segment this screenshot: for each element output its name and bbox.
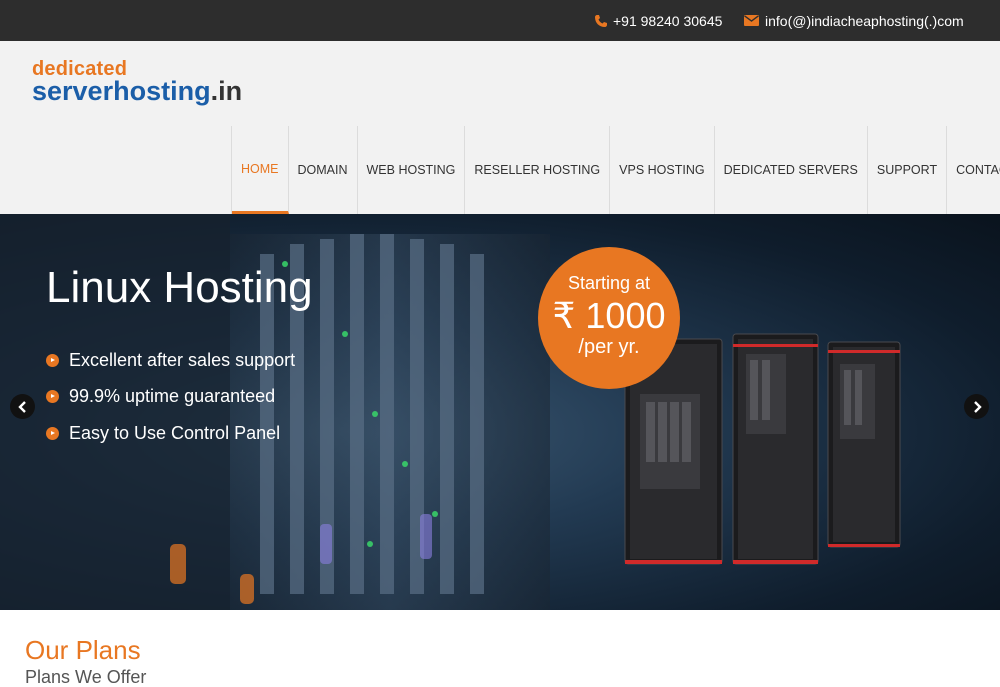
main-nav: HOME DOMAIN WEB HOSTING RESELLER HOSTING… xyxy=(231,126,1000,214)
nav-domain[interactable]: DOMAIN xyxy=(289,126,358,214)
site-header: dedicated serverhosting.in HOME DOMAIN W… xyxy=(0,41,1000,214)
phone-contact[interactable]: +91 98240 30645 xyxy=(594,0,722,41)
logo-line2: serverhosting.in xyxy=(32,78,242,105)
price-badge-line1: Starting at xyxy=(567,273,651,293)
server-tower-middle xyxy=(732,333,819,565)
price-badge-period: /per yr. xyxy=(578,336,640,358)
phone-icon xyxy=(594,14,607,28)
email-address: info(@)indiacheaphosting(.)com xyxy=(765,12,964,29)
slider-next-button[interactable] xyxy=(964,394,989,419)
feature-text: 99.9% uptime guaranteed xyxy=(69,386,276,407)
plans-subtitle: Plans We Offer xyxy=(25,667,147,687)
nav-reseller-hosting[interactable]: RESELLER HOSTING xyxy=(465,126,611,214)
feature-list: Excellent after sales support 99.9% upti… xyxy=(46,342,295,452)
plans-title: Our Plans xyxy=(25,635,141,665)
phone-number: +91 98240 30645 xyxy=(613,12,723,29)
feature-item: Excellent after sales support xyxy=(46,342,295,379)
bullet-icon xyxy=(46,390,59,404)
nav-contact-us[interactable]: CONTACT US xyxy=(947,126,1000,214)
chevron-left-icon xyxy=(17,400,26,413)
feature-item: 99.9% uptime guaranteed xyxy=(46,379,295,416)
top-contact-bar: +91 98240 30645 info(@)indiacheaphosting… xyxy=(0,0,1000,41)
nav-vps-hosting[interactable]: VPS HOSTING xyxy=(610,126,715,214)
nav-support[interactable]: SUPPORT xyxy=(868,126,948,214)
plans-section: Our Plans Plans We Offer xyxy=(0,610,1000,687)
feature-text: Excellent after sales support xyxy=(69,349,296,370)
bullet-icon xyxy=(46,426,59,440)
email-contact[interactable]: info(@)indiacheaphosting(.)com xyxy=(744,0,964,41)
slide-title: Linux Hosting xyxy=(46,263,313,312)
logo-tld: .in xyxy=(210,76,243,106)
nav-home[interactable]: HOME xyxy=(232,126,289,214)
server-tower-right xyxy=(827,341,901,548)
nav-web-hosting[interactable]: WEB HOSTING xyxy=(358,126,466,214)
site-logo[interactable]: dedicated serverhosting.in xyxy=(32,59,242,105)
hero-slider: Linux Hosting Excellent after sales supp… xyxy=(0,214,1000,610)
feature-item: Easy to Use Control Panel xyxy=(46,415,295,452)
price-badge: Starting at ₹ 1000 /per yr. xyxy=(538,247,680,389)
nav-dedicated-servers[interactable]: DEDICATED SERVERS xyxy=(715,126,868,214)
chevron-right-icon xyxy=(973,400,982,413)
slider-prev-button[interactable] xyxy=(10,394,35,419)
bullet-icon xyxy=(46,353,59,367)
price-badge-amount: ₹ 1000 xyxy=(552,295,666,336)
logo-line2-main: serverhosting xyxy=(32,76,211,106)
envelope-icon xyxy=(744,15,759,26)
feature-text: Easy to Use Control Panel xyxy=(69,422,281,443)
